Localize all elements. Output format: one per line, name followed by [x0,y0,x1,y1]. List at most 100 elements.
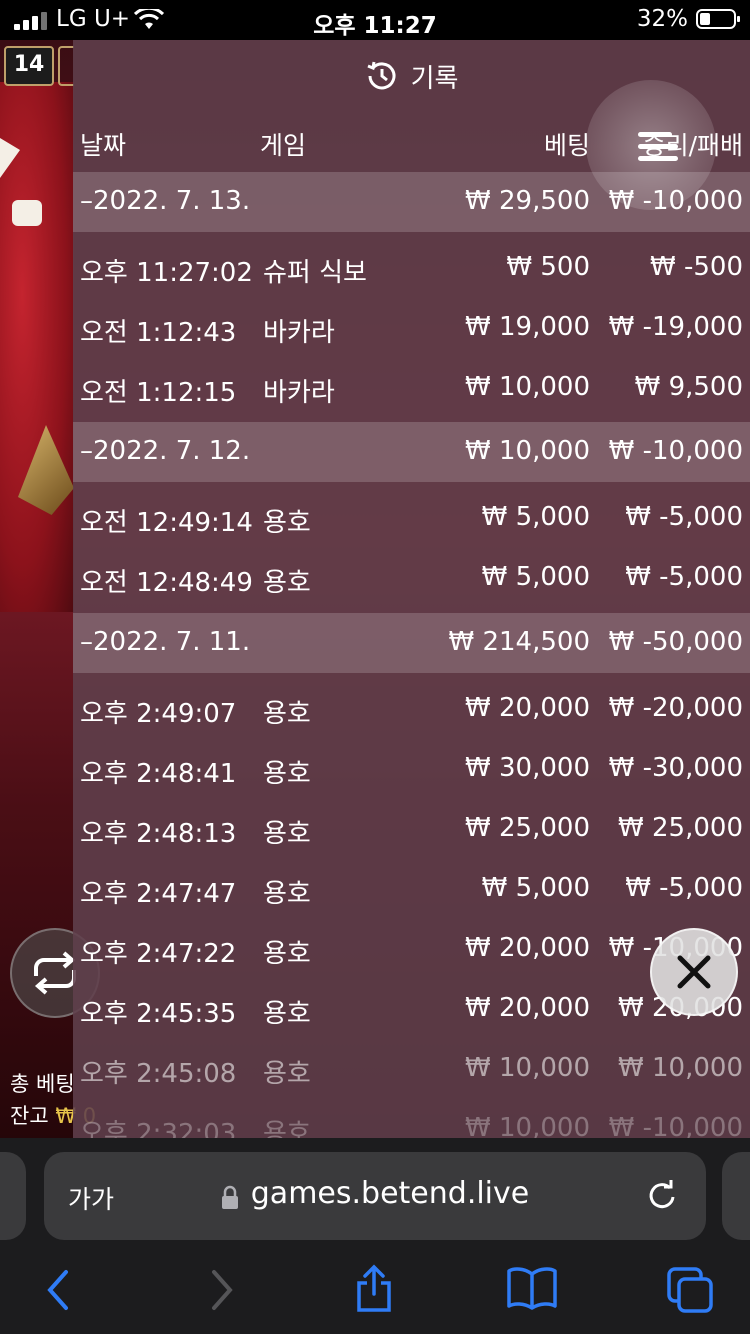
next-tab-pill[interactable] [722,1152,750,1240]
row-game: 용호 [263,699,311,729]
row-game: 용호 [263,1059,311,1089]
row-bet: ₩ 19,000 [465,312,590,342]
group-date: –2022. 7. 13. [80,186,251,216]
row-time: 오후 2:48:13 [80,819,237,849]
round-chip: 14 [4,46,54,86]
group-bet: ₩ 214,500 [448,627,591,657]
history-row[interactable]: 오전 1:12:43 바카라 ₩ 19,000 ₩ -19,000 [73,298,750,358]
bookmarks-icon[interactable] [506,1266,558,1310]
url-text: games.betend.live [250,1176,530,1211]
history-row[interactable]: 오전 12:49:14 용호 ₩ 5,000 ₩ -5,000 [73,488,750,548]
row-bet: ₩ 20,000 [465,933,590,963]
row-bet: ₩ 20,000 [465,993,590,1023]
group-bet: ₩ 10,000 [465,436,590,466]
row-time: 오전 1:12:15 [80,378,237,408]
row-game: 용호 [263,508,311,538]
row-game: 바카라 [263,318,335,348]
row-profit: ₩ 10,000 [618,1053,743,1083]
history-row[interactable]: 오후 2:47:47 용호 ₩ 5,000 ₩ -5,000 [73,859,750,919]
back-icon[interactable] [42,1268,76,1312]
history-row[interactable]: 오후 2:49:07 용호 ₩ 20,000 ₩ -20,000 [73,679,750,739]
row-game: 용호 [263,568,311,598]
forward-icon[interactable] [204,1268,238,1312]
row-bet: ₩ 10,000 [465,1113,590,1138]
row-time: 오후 2:45:35 [80,999,237,1029]
history-row[interactable]: 오후 2:32:03 용호 ₩ 10,000 ₩ -10,000 [73,1099,750,1138]
row-profit: ₩ -10,000 [608,1113,743,1138]
group-date: –2022. 7. 12. [80,436,251,466]
group-date: –2022. 7. 11. [80,627,251,657]
history-row[interactable]: 오후 2:48:41 용호 ₩ 30,000 ₩ -30,000 [73,739,750,799]
column-game: 게임 [260,131,307,160]
row-game: 슈퍼 식보 [263,258,367,288]
share-icon[interactable] [354,1264,394,1314]
total-bet-label: 총 베팅 [10,1072,75,1096]
row-bet: ₩ 25,000 [465,813,590,843]
history-row[interactable]: 오전 1:12:15 바카라 ₩ 10,000 ₩ 9,500 [73,358,750,418]
row-profit: ₩ -500 [650,252,743,282]
history-icon [367,61,396,90]
browser-bar: 가가 games.betend.live [0,1138,750,1334]
row-profit: ₩ 25,000 [618,813,743,843]
row-profit: ₩ -20,000 [608,693,743,723]
history-row[interactable]: 오후 2:45:35 용호 ₩ 20,000 ₩ 20,000 [73,979,750,1039]
decor-shape [12,200,42,226]
history-row[interactable]: 오후 11:27:02 슈퍼 식보 ₩ 500 ₩ -500 [73,238,750,298]
panel-title: 기록 [410,63,459,94]
history-row[interactable]: 오후 2:47:22 용호 ₩ 20,000 ₩ -10,000 [73,919,750,979]
row-bet: ₩ 10,000 [465,372,590,402]
row-time: 오후 2:45:08 [80,1059,237,1089]
row-time: 오전 1:12:43 [80,318,237,348]
close-icon [677,955,711,989]
chip-frame [58,46,74,86]
row-time: 오후 2:49:07 [80,699,237,729]
previous-tab-pill[interactable] [0,1152,26,1240]
row-time: 오후 2:47:47 [80,879,237,909]
date-group-row[interactable]: –2022. 7. 11. ₩ 214,500 ₩ -50,000 [73,613,750,673]
row-bet: ₩ 5,000 [481,502,590,532]
column-date: 날짜 [80,131,127,160]
tabs-icon[interactable] [666,1266,714,1314]
row-profit: ₩ 9,500 [634,372,743,402]
row-bet: ₩ 20,000 [465,693,590,723]
row-time: 오전 12:49:14 [80,508,253,538]
history-row[interactable]: 오후 2:45:08 용호 ₩ 10,000 ₩ 10,000 [73,1039,750,1099]
row-bet: ₩ 5,000 [481,562,590,592]
close-button[interactable] [650,928,738,1016]
row-bet: ₩ 500 [506,252,590,282]
group-profit: ₩ -10,000 [608,436,743,466]
row-time: 오후 2:48:41 [80,759,237,789]
group-profit: ₩ -50,000 [608,627,743,657]
row-bet: ₩ 5,000 [481,873,590,903]
battery-icon [696,9,740,29]
row-game: 용호 [263,1119,311,1138]
group-bet: ₩ 29,500 [465,186,590,216]
address-bar[interactable]: 가가 games.betend.live [44,1152,706,1240]
reload-icon[interactable] [644,1178,680,1214]
row-profit: ₩ -5,000 [625,562,743,592]
row-game: 용호 [263,819,311,849]
row-game: 바카라 [263,378,335,408]
row-profit: ₩ -19,000 [608,312,743,342]
battery-percent: 32% [636,6,688,32]
menu-icon [638,130,678,164]
history-row[interactable]: 오전 12:48:49 용호 ₩ 5,000 ₩ -5,000 [73,548,750,608]
status-bar: LG U+ 오후 11:27 32% [0,0,750,40]
row-game: 용호 [263,939,311,969]
column-bet: 베팅 [543,131,590,160]
row-time: 오후 2:32:03 [80,1119,237,1138]
date-group-row[interactable]: –2022. 7. 12. ₩ 10,000 ₩ -10,000 [73,422,750,482]
row-profit: ₩ -5,000 [625,873,743,903]
row-time: 오전 12:48:49 [80,568,253,598]
row-game: 용호 [263,759,311,789]
row-bet: ₩ 30,000 [465,753,590,783]
history-list: –2022. 7. 13. ₩ 29,500 ₩ -10,000 오후 11:2… [73,172,750,1138]
history-row[interactable]: 오후 2:48:13 용호 ₩ 25,000 ₩ 25,000 [73,799,750,859]
row-profit: ₩ -30,000 [608,753,743,783]
row-bet: ₩ 10,000 [465,1053,590,1083]
row-time: 오후 2:47:22 [80,939,237,969]
row-game: 용호 [263,999,311,1029]
row-profit: ₩ -5,000 [625,502,743,532]
row-game: 용호 [263,879,311,909]
row-time: 오후 11:27:02 [80,258,253,288]
